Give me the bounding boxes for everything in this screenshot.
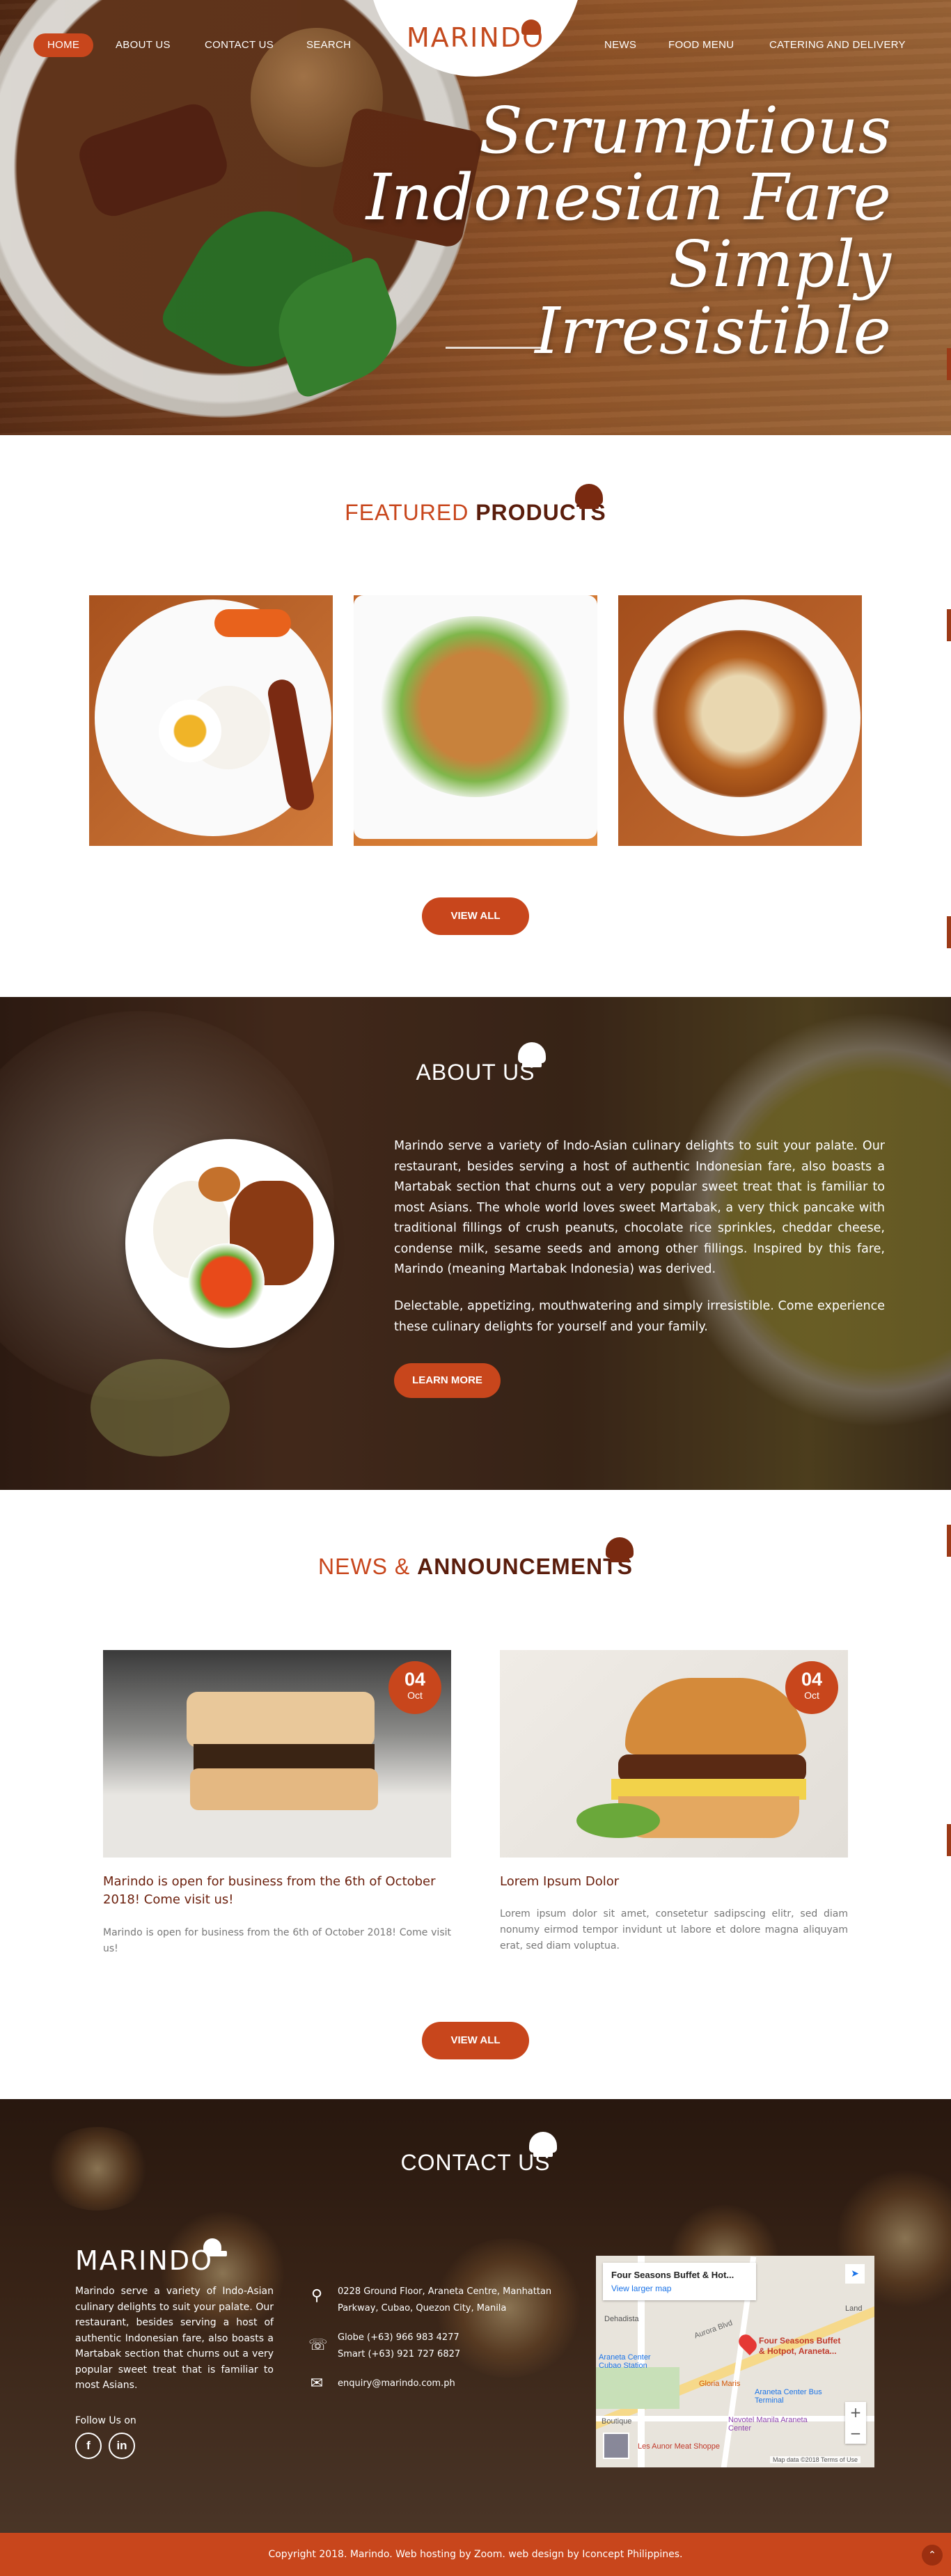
news-card[interactable]: 04 Oct xyxy=(103,1650,451,1858)
news-image[interactable]: 04 Oct xyxy=(500,1650,848,1858)
side-tab[interactable] xyxy=(947,1525,951,1557)
hero-line-2: Indonesian Fare xyxy=(366,160,891,235)
news-item-body: Lorem ipsum dolor sit amet, consetetur s… xyxy=(500,1908,848,1951)
email-link[interactable]: enquiry@marindo.com.ph xyxy=(338,2375,455,2392)
facebook-icon[interactable]: f xyxy=(75,2433,102,2459)
news-heading: NEWS & ANNOUNCEMENTS xyxy=(0,1554,951,1580)
map-place-name: Four Seasons Buffet & Hot... xyxy=(611,2270,734,2280)
address-line-2: Parkway, Cubao, Quezon City, Manila xyxy=(338,2303,507,2314)
phone-icon: ☏ xyxy=(308,2337,328,2354)
news-view-all-button[interactable]: VIEW ALL xyxy=(422,2022,529,2059)
news-item-body: Marindo is open for business from the 6t… xyxy=(103,1927,451,1954)
hero-divider xyxy=(446,347,543,349)
news-card[interactable]: 04 Oct xyxy=(500,1650,848,1858)
news-title-a: NEWS & xyxy=(317,1554,411,1579)
nav-contact-us[interactable]: CONTACT US xyxy=(205,33,274,57)
contact-title: CONTACT US xyxy=(400,2150,551,2175)
address-line-1: 0228 Ground Floor, Araneta Centre, Manha… xyxy=(338,2286,552,2297)
side-tab[interactable] xyxy=(947,348,951,380)
chevron-up-icon[interactable]: ⌃ xyxy=(922,2545,943,2566)
nav-catering-delivery[interactable]: CATERING AND DELIVERY xyxy=(769,33,906,57)
zoom-in-icon[interactable]: + xyxy=(845,2402,866,2423)
side-tab[interactable] xyxy=(947,609,951,641)
martabak-image xyxy=(187,1692,375,1748)
chef-hat-icon xyxy=(606,1537,634,1562)
hero-line-1: Scrumptious xyxy=(478,93,891,168)
dumplings-image xyxy=(375,616,576,797)
follow-us-label: Follow Us on xyxy=(75,2415,136,2426)
featured-heading: FEATURED PRODUCTS xyxy=(0,500,951,526)
copyright-text: Copyright 2018. Marindo. Web hosting by … xyxy=(268,2549,683,2560)
nav-food-menu[interactable]: FOOD MENU xyxy=(668,33,734,57)
about-title: ABOUT US xyxy=(416,1060,535,1085)
map-zoom-control: + − xyxy=(845,2402,866,2444)
main-navigation: HOME ABOUT US CONTACT US SEARCH MARINDO … xyxy=(0,0,951,91)
chef-hat-icon xyxy=(521,19,541,35)
side-tab[interactable] xyxy=(947,1824,951,1856)
about-paragraph-1: Marindo serve a variety of Indo-Asian cu… xyxy=(394,1139,885,1276)
chef-hat-icon xyxy=(203,2238,227,2256)
nav-about-us[interactable]: ABOUT US xyxy=(116,33,171,57)
featured-view-all-button[interactable]: VIEW ALL xyxy=(422,897,529,935)
side-tab[interactable] xyxy=(947,916,951,948)
about-food-image xyxy=(125,1139,334,1348)
about-heading: ABOUT US xyxy=(0,1060,951,1085)
map-info-card: Four Seasons Buffet & Hot... View larger… xyxy=(603,2263,756,2300)
news-title-b: ANNOUNCEMENTS xyxy=(417,1554,633,1579)
email-icon: ✉ xyxy=(310,2375,324,2392)
hero-line-3: Simply Irresistible xyxy=(535,227,891,368)
featured-title-a: FEATURED xyxy=(345,500,469,525)
location-map[interactable]: Four Seasons Buffet & Hot... View larger… xyxy=(596,2256,874,2467)
footer-about-text: Marindo serve a variety of Indo-Asian cu… xyxy=(75,2286,274,2391)
product-card[interactable] xyxy=(618,595,862,846)
directions-icon[interactable]: ➤ xyxy=(845,2264,865,2284)
siomay-image xyxy=(646,630,834,797)
instagram-icon[interactable]: in xyxy=(109,2433,135,2459)
news-item-title[interactable]: Lorem Ipsum Dolor xyxy=(500,1873,848,1891)
hero-tagline: Scrumptious Indonesian Fare Simply Irres… xyxy=(362,97,891,365)
map-larger-link[interactable]: View larger map xyxy=(611,2284,671,2293)
nav-home[interactable]: HOME xyxy=(33,33,94,57)
garnish-image xyxy=(214,609,291,637)
phone-globe[interactable]: Globe (+63) 966 983 4277 xyxy=(338,2330,459,2346)
zoom-out-icon[interactable]: − xyxy=(845,2423,866,2444)
egg-image xyxy=(159,700,221,762)
footer-logo[interactable]: MARINDO xyxy=(75,2245,213,2276)
news-date-badge: 04 Oct xyxy=(388,1661,441,1714)
phone-smart[interactable]: Smart (+63) 921 727 6827 xyxy=(338,2346,460,2363)
news-item-title[interactable]: Marindo is open for business from the 6t… xyxy=(103,1873,451,1909)
contact-heading: CONTACT US xyxy=(0,2150,951,2176)
nav-news[interactable]: NEWS xyxy=(604,33,636,57)
nav-search[interactable]: SEARCH xyxy=(306,33,351,57)
footer-bar: Copyright 2018. Marindo. Web hosting by … xyxy=(0,2533,951,2576)
news-image[interactable]: 04 Oct xyxy=(103,1650,451,1858)
about-paragraph-2: Delectable, appetizing, mouthwatering an… xyxy=(394,1299,885,1334)
chef-hat-icon xyxy=(575,484,603,509)
product-card[interactable] xyxy=(354,595,597,846)
product-card[interactable] xyxy=(89,595,333,846)
map-satellite-thumbnail[interactable] xyxy=(603,2433,629,2459)
learn-more-button[interactable]: LEARN MORE xyxy=(394,1363,501,1398)
location-pin-icon: ⚲ xyxy=(311,2287,323,2304)
news-date-badge: 04 Oct xyxy=(785,1661,838,1714)
